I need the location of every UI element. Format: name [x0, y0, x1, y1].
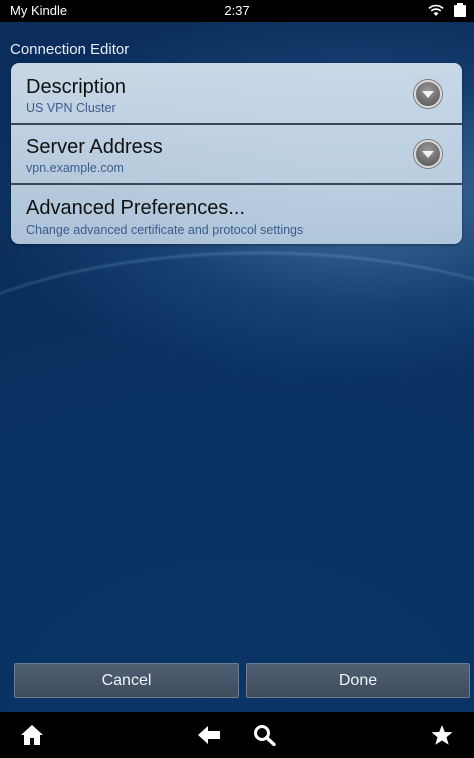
- back-icon[interactable]: [197, 724, 221, 746]
- description-row[interactable]: Description US VPN Cluster: [11, 63, 462, 122]
- settings-panel: Description US VPN Cluster Server Addres…: [11, 63, 462, 244]
- description-label: Description: [26, 76, 127, 98]
- server-address-row[interactable]: Server Address vpn.example.com: [11, 123, 462, 182]
- main-content: Connection Editor Description US VPN Clu…: [0, 22, 474, 712]
- wifi-icon: [428, 4, 444, 16]
- favorites-icon[interactable]: [430, 724, 454, 746]
- advanced-preferences-row[interactable]: Advanced Preferences... Change advanced …: [11, 183, 462, 242]
- battery-icon: [454, 3, 466, 17]
- bottom-nav: [0, 712, 474, 758]
- advanced-preferences-description: Change advanced certificate and protocol…: [26, 223, 304, 237]
- dropdown-icon[interactable]: [414, 140, 442, 168]
- server-address-label: Server Address: [26, 136, 163, 158]
- done-button[interactable]: Done: [246, 663, 470, 698]
- search-icon[interactable]: [253, 724, 277, 746]
- advanced-preferences-label: Advanced Preferences...: [26, 197, 246, 219]
- home-icon[interactable]: [20, 724, 44, 746]
- status-bar-time: 2:37: [224, 3, 250, 18]
- page-title: Connection Editor: [10, 41, 130, 58]
- dropdown-icon[interactable]: [414, 80, 442, 108]
- server-address-value: vpn.example.com: [26, 161, 124, 175]
- description-value: US VPN Cluster: [26, 101, 116, 115]
- cancel-button[interactable]: Cancel: [14, 663, 239, 698]
- status-bar: My Kindle 2:37: [0, 0, 474, 22]
